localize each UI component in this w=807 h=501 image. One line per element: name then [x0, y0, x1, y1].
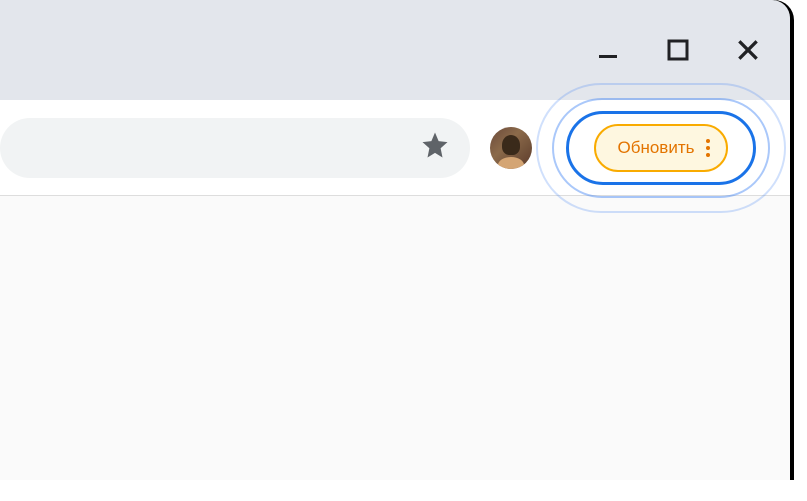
browser-window: Обновить — [0, 0, 790, 480]
maximize-button[interactable] — [664, 36, 692, 64]
close-button[interactable] — [734, 36, 762, 64]
maximize-icon — [666, 38, 690, 62]
content-area — [0, 196, 790, 480]
address-bar[interactable] — [0, 118, 470, 178]
update-button-label: Обновить — [618, 138, 695, 158]
browser-toolbar: Обновить — [0, 100, 790, 196]
update-button[interactable]: Обновить — [594, 124, 729, 172]
update-highlight: Обновить — [546, 100, 776, 196]
minimize-button[interactable] — [594, 36, 622, 64]
close-icon — [735, 37, 761, 63]
menu-dots-icon[interactable] — [706, 139, 710, 157]
bookmark-star-icon[interactable] — [420, 130, 450, 165]
minimize-icon — [596, 38, 620, 62]
profile-avatar[interactable] — [490, 127, 532, 169]
title-bar — [0, 0, 790, 100]
